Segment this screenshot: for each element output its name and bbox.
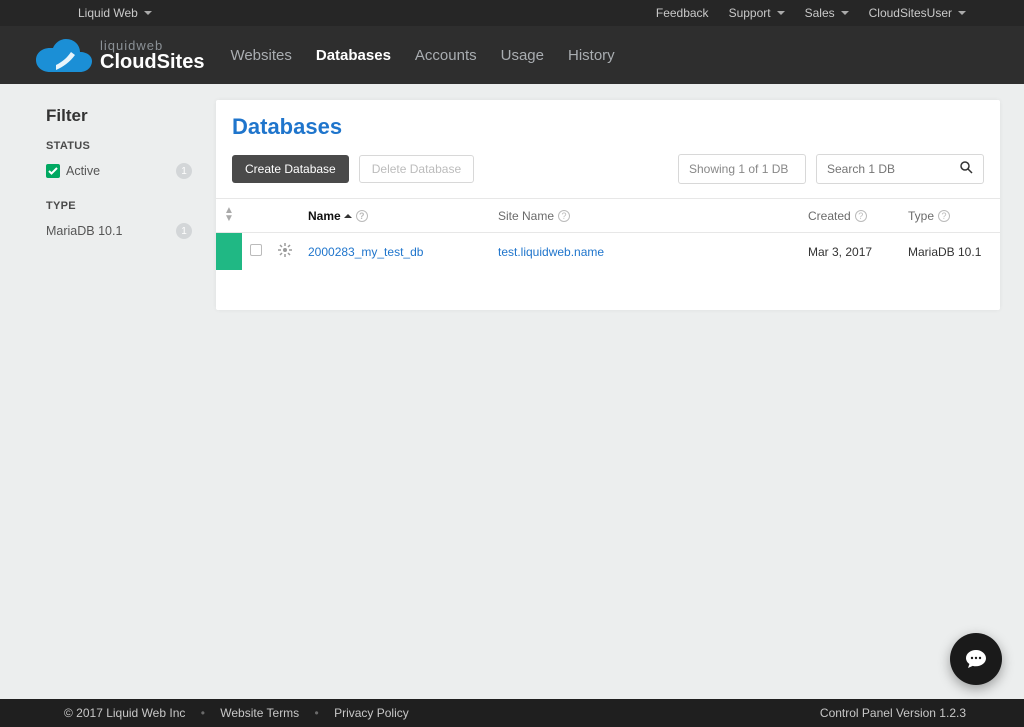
type-group-label: TYPE (46, 200, 192, 212)
nav-history[interactable]: History (568, 47, 615, 64)
logo-text: liquidweb CloudSites (100, 39, 204, 72)
nav-websites[interactable]: Websites (230, 47, 291, 64)
toolbar: Create Database Delete Database Showing … (216, 154, 1000, 198)
content-card: Databases Create Database Delete Databas… (216, 100, 1000, 310)
site-name-link[interactable]: test.liquidweb.name (498, 245, 604, 259)
footer-version: Control Panel Version 1.2.3 (820, 706, 966, 720)
count-badge: 1 (176, 163, 192, 179)
col-type[interactable]: Type? (900, 199, 1000, 233)
nav-usage[interactable]: Usage (501, 47, 544, 64)
page-title: Databases (216, 114, 1000, 154)
support-menu[interactable]: Support (729, 6, 785, 20)
chat-button[interactable] (950, 633, 1002, 685)
col-created[interactable]: Created? (800, 199, 900, 233)
col-sort[interactable]: ▲▼ (216, 199, 242, 233)
footer: © 2017 Liquid Web Inc • Website Terms • … (0, 699, 1024, 727)
status-indicator (216, 233, 242, 270)
search-icon (960, 161, 973, 177)
footer-copyright: © 2017 Liquid Web Inc (64, 706, 185, 720)
footer-privacy-link[interactable]: Privacy Policy (334, 706, 409, 720)
sort-icon: ▲▼ (224, 207, 234, 223)
nav-databases[interactable]: Databases (316, 47, 391, 64)
search-input[interactable] (827, 162, 954, 176)
help-icon[interactable]: ? (938, 210, 950, 222)
brand-label: Liquid Web (78, 6, 138, 20)
filter-sidebar: Filter STATUS Active 1 TYPE MariaDB 10.1… (46, 84, 192, 310)
db-name-link[interactable]: 2000283_my_test_db (308, 245, 423, 259)
utility-bar: Liquid Web Feedback Support Sales CloudS… (0, 0, 1024, 26)
help-icon[interactable]: ? (356, 210, 368, 222)
col-site[interactable]: Site Name? (490, 199, 800, 233)
main-nav: liquidweb CloudSites Websites Databases … (0, 26, 1024, 84)
status-group-label: STATUS (46, 140, 192, 152)
filter-title: Filter (46, 106, 192, 126)
brand-menu[interactable]: Liquid Web (78, 6, 152, 20)
user-menu[interactable]: CloudSitesUser (869, 6, 966, 20)
table-row[interactable]: 2000283_my_test_db test.liquidweb.name M… (216, 233, 1000, 270)
feedback-link[interactable]: Feedback (656, 6, 709, 20)
filter-status-active-label: Active (66, 164, 100, 178)
sort-asc-icon (341, 209, 352, 223)
cloud-icon (36, 36, 92, 74)
type-cell: MariaDB 10.1 (900, 233, 1000, 270)
chat-icon (964, 647, 988, 671)
search-box[interactable] (816, 154, 984, 184)
showing-count: Showing 1 of 1 DB (678, 154, 806, 184)
help-icon[interactable]: ? (558, 210, 570, 222)
footer-terms-link[interactable]: Website Terms (220, 706, 299, 720)
logo[interactable]: liquidweb CloudSites (36, 36, 204, 74)
filter-type-label: MariaDB 10.1 (46, 224, 122, 238)
filter-type-mariadb[interactable]: MariaDB 10.1 1 (46, 220, 192, 242)
delete-database-button: Delete Database (359, 155, 474, 183)
gear-icon[interactable] (278, 246, 292, 260)
sales-menu[interactable]: Sales (805, 6, 849, 20)
count-badge: 1 (176, 223, 192, 239)
created-cell: Mar 3, 2017 (800, 233, 900, 270)
help-icon[interactable]: ? (855, 210, 867, 222)
filter-status-active[interactable]: Active 1 (46, 160, 192, 182)
checkbox-checked-icon (46, 164, 60, 178)
row-checkbox[interactable] (250, 244, 262, 256)
create-database-button[interactable]: Create Database (232, 155, 349, 183)
databases-table: ▲▼ Name? Site Name? Created? Type? 20002… (216, 198, 1000, 270)
nav-accounts[interactable]: Accounts (415, 47, 477, 64)
col-name[interactable]: Name? (300, 199, 490, 233)
